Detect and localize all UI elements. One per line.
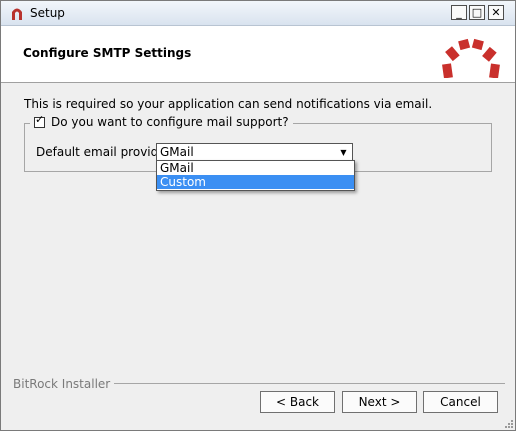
intro-text: This is required so your application can…: [24, 97, 433, 111]
provider-dropdown-list: GMail Custom: [156, 160, 355, 191]
cancel-button[interactable]: Cancel: [423, 391, 498, 413]
provider-option-custom[interactable]: Custom: [157, 175, 354, 189]
dropdown-arrow-icon[interactable]: ▼: [338, 146, 349, 158]
wizard-header: Configure SMTP Settings: [1, 26, 515, 83]
title-bar[interactable]: Setup _ □ ✕: [1, 1, 515, 26]
page-title: Configure SMTP Settings: [23, 46, 192, 60]
maximize-button[interactable]: □: [469, 5, 485, 20]
next-button[interactable]: Next >: [342, 391, 417, 413]
resize-grip-icon[interactable]: [503, 418, 513, 428]
mail-support-label[interactable]: Do you want to configure mail support?: [51, 115, 289, 129]
setup-window: Setup _ □ ✕ Configure SMTP Settings This…: [0, 0, 516, 431]
provider-option-gmail[interactable]: GMail: [157, 161, 354, 175]
maximize-icon: □: [471, 6, 483, 19]
close-button[interactable]: ✕: [488, 5, 504, 20]
minimize-icon: _: [456, 6, 462, 19]
mail-support-checkbox-row[interactable]: ✓ Do you want to configure mail support?: [30, 112, 293, 129]
back-button[interactable]: < Back: [260, 391, 335, 413]
provider-select-value: GMail: [160, 145, 194, 159]
close-icon: ✕: [491, 6, 501, 19]
checkmark-icon: ✓: [35, 112, 45, 126]
installer-label: BitRock Installer: [13, 377, 115, 391]
mail-support-checkbox[interactable]: ✓: [34, 112, 45, 128]
provider-select[interactable]: GMail ▼: [156, 143, 353, 161]
redmine-logo-icon: [442, 38, 500, 78]
provider-label: Default email provider:: [36, 145, 175, 159]
window-title: Setup: [30, 6, 65, 20]
footer-divider: [101, 383, 505, 384]
app-logo-icon: [12, 8, 22, 20]
minimize-button[interactable]: _: [451, 5, 467, 20]
